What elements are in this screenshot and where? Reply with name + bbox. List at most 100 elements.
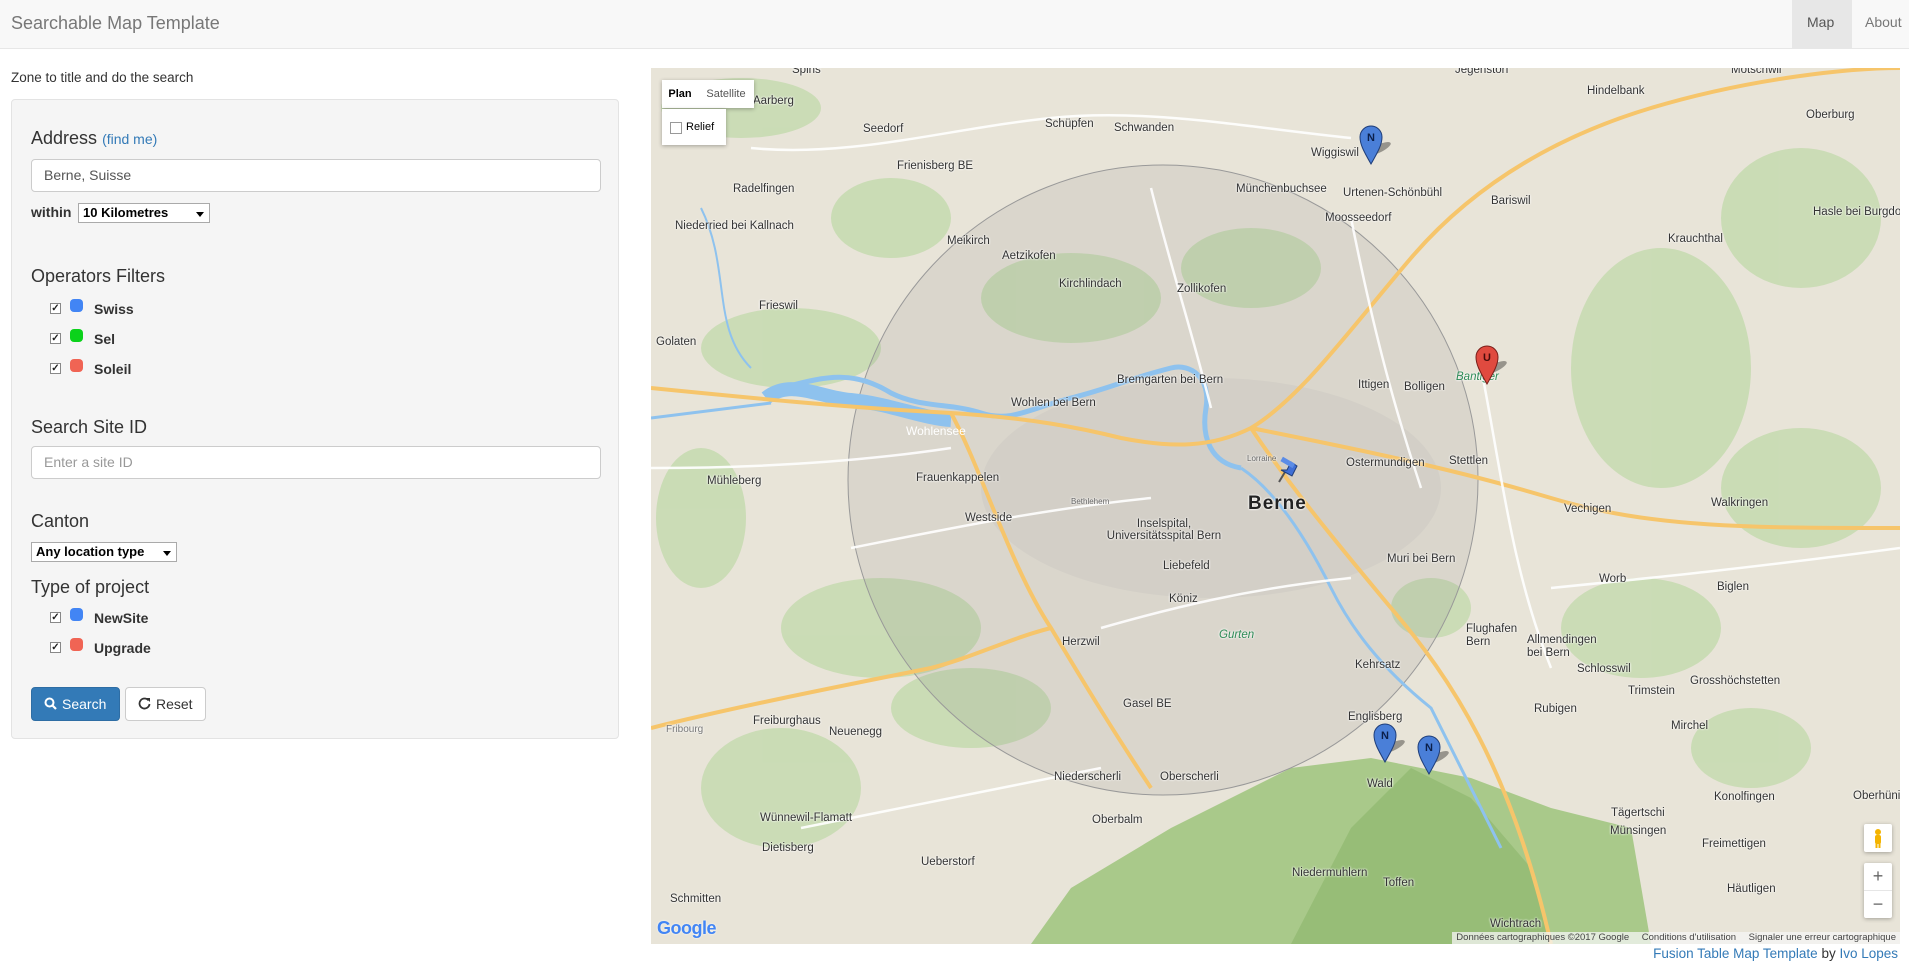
place-label: Golaten [656,336,697,348]
site-id-heading: Search Site ID [31,417,148,437]
place-label: Trimstein [1628,685,1675,697]
author-link[interactable]: Ivo Lopes [1839,946,1898,961]
place-label: Ittigen [1358,379,1390,391]
place-label: Köniz [1169,593,1198,605]
page-footer: Fusion Table Map Template by Ivo Lopes [1653,946,1898,961]
filter-label: Swiss [94,301,134,317]
place-label: Tägertschi [1611,807,1665,819]
checkbox[interactable]: ✓ [50,642,61,653]
place-label: Meikirch [947,235,990,247]
place-label: Wald [1367,778,1393,790]
site-id-input[interactable]: Enter a site ID [31,446,601,479]
within-label: within [31,204,72,220]
footer-by-text: by [1817,946,1840,961]
place-label: Dietisberg [762,842,814,854]
project-type-heading: Type of project [31,577,150,597]
intro-text: Zone to title and do the search [11,70,194,85]
zoom-out-button[interactable]: − [1864,890,1892,918]
place-label: Mirchel [1671,720,1709,732]
place-label: Spins [792,68,821,76]
place-label: Rubigen [1534,703,1577,715]
map-canvas[interactable]: Spins Jegenstorf Motschwil Aarberg Hinde… [651,68,1900,944]
place-label: Bremgarten bei Bern [1117,374,1224,386]
address-input[interactable]: Berne, Suisse [31,159,601,192]
map-attribution: Données cartographiques ©2017 Google Con… [1452,932,1900,944]
radius-select[interactable]: 10 Kilometres [78,203,210,223]
color-dot-icon [70,608,83,621]
radius-select-value: 10 Kilometres [83,205,169,220]
zoom-in-button[interactable]: + [1864,863,1892,890]
search-button-label: Search [62,696,107,712]
canton-select[interactable]: Any location type [31,542,177,562]
place-label: Oberscherli [1160,771,1219,783]
relief-toggle[interactable]: Relief [662,109,726,145]
place-label: Frieswil [759,300,798,312]
place-label: Jegenstorf [1455,68,1509,76]
canton-heading: Canton [31,511,90,531]
place-label: Schwanden [1114,122,1175,134]
place-label: Herzwil [1062,636,1100,648]
google-logo-text: Google [657,918,717,938]
place-label: Bariswil [1491,195,1531,207]
place-label: Frauenkappelen [916,472,1000,484]
reset-button[interactable]: Reset [125,687,206,721]
canton-select-value: Any location type [36,544,145,559]
address-label: Address [31,128,98,148]
place-label: Schmitten [670,893,722,905]
place-label: Hasle bei Burgdorf [1813,206,1900,218]
place-label: Inselspital, Universitätsspital Bern [1106,518,1222,542]
filter-label: Upgrade [94,640,151,656]
place-label: Moosseedorf [1325,212,1392,224]
place-label: Bethlehem [1071,497,1110,506]
place-label: Niedermuhlern [1292,867,1368,879]
map-type-satellite[interactable]: Satellite [698,80,754,108]
place-label: Ueberstorf [921,856,975,868]
place-label: Urtenen-Schönbühl [1343,187,1443,199]
report-error-link[interactable]: Signaler une erreur cartographique [1749,932,1896,943]
place-label: Vechigen [1564,503,1612,515]
street-view-pegman-icon[interactable] [1864,824,1892,852]
place-label: Zollikofen [1177,283,1227,295]
relief-label: Relief [686,121,715,133]
place-label: Englisberg [1348,711,1403,723]
map-type-control: Plan Satellite Relief [662,80,758,157]
place-label: Niederscherli [1054,771,1122,783]
place-label: Flughafen Bern [1466,623,1518,648]
map-data-credit: Données cartographiques ©2017 Google [1456,932,1630,943]
nav-map[interactable]: Map [1792,0,1852,48]
map-type-plan[interactable]: Plan [662,80,698,108]
operators-heading: Operators Filters [31,266,166,286]
brand-title[interactable]: Searchable Map Template [11,13,220,34]
filter-label: Sel [94,331,116,347]
search-button[interactable]: Search [31,687,120,721]
find-me-link[interactable]: (find me) [102,131,157,147]
checkbox[interactable]: ✓ [50,363,61,374]
search-panel: Address (find me) Berne, Suisse within 1… [11,99,619,739]
relief-checkbox[interactable] [670,122,682,134]
place-label: Freiburghaus [753,715,821,727]
map-type-tabs: Plan Satellite [662,80,754,108]
checkbox[interactable]: ✓ [50,612,61,623]
zoom-control: + − [1864,863,1892,918]
place-label: Allmendingen bei Bern [1527,634,1597,659]
place-label: Münchenbuchsee [1236,183,1327,195]
place-label: Aarberg [753,95,794,107]
address-heading: Address (find me) [31,128,157,149]
checkbox[interactable]: ✓ [50,333,61,344]
place-label: Worb [1599,573,1627,585]
nav-about[interactable]: About [1850,0,1909,48]
place-label: Wiggiswil [1311,147,1359,159]
color-dot-icon [70,638,83,651]
place-label: Liebefeld [1163,560,1210,572]
checkbox[interactable]: ✓ [50,303,61,314]
place-label: Fribourg [666,724,704,735]
place-label: Wohlen bei Bern [1011,397,1096,409]
place-label: Mühleberg [707,475,762,487]
place-label: Neuenegg [829,726,883,738]
reset-button-label: Reset [156,696,193,712]
place-label: Stettlen [1449,455,1488,467]
terms-link[interactable]: Conditions d'utilisation [1642,932,1736,943]
refresh-icon [138,688,151,720]
search-icon [44,688,57,720]
template-link[interactable]: Fusion Table Map Template [1653,946,1818,961]
